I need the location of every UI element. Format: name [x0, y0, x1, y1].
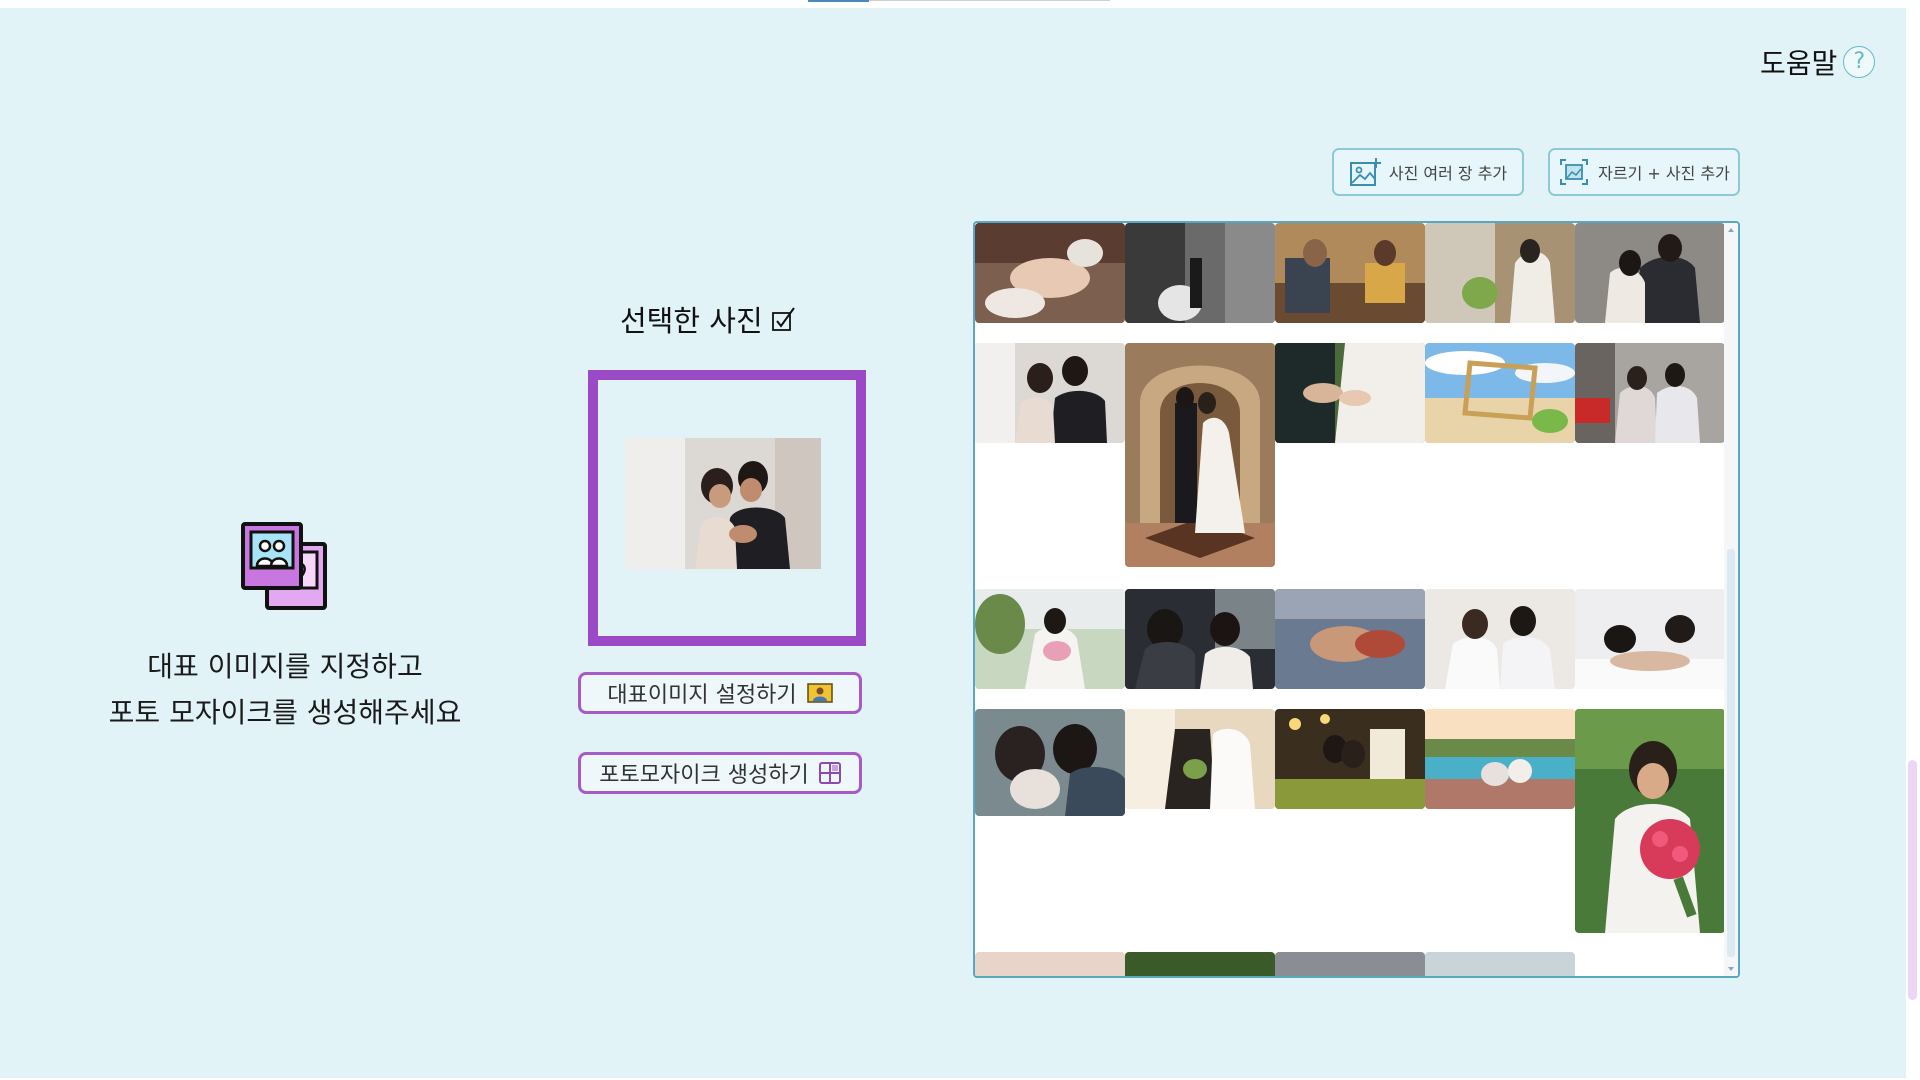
photo-partial-2 [1125, 952, 1275, 976]
selected-photo [625, 438, 821, 569]
top-bar [0, 0, 1920, 8]
photo-pool-sunset [1425, 709, 1575, 809]
page-scroll-thumb[interactable] [1908, 760, 1917, 1000]
help-link[interactable]: 도움말 ? [1760, 42, 1876, 82]
mosaic-grid-icon [818, 762, 841, 784]
photo-wedding-cake-lights [1275, 709, 1425, 809]
active-tab-indicator [808, 0, 869, 2]
gallery-scrollbar[interactable] [1724, 223, 1738, 976]
photo-hands-henna [1275, 589, 1425, 689]
gallery-photo[interactable] [1125, 589, 1275, 689]
add-image-icon [1349, 158, 1381, 186]
set-main-image-button[interactable]: 대표이미지 설정하기 [578, 672, 862, 714]
scroll-down-arrow-icon[interactable] [1726, 964, 1736, 974]
photo-bride-window [1425, 223, 1575, 323]
gallery-photo[interactable] [975, 343, 1125, 443]
crop-add-photo-button[interactable]: 자르기 + 사진 추가 [1548, 148, 1740, 196]
gallery-grid [975, 223, 1725, 976]
photo-gallery[interactable] [973, 221, 1740, 978]
photo-couple-street [1575, 343, 1725, 443]
gallery-photo[interactable] [1275, 709, 1425, 809]
checkbox-icon [771, 307, 795, 331]
photo-bw-couple-garden [1125, 223, 1275, 323]
gallery-photo[interactable] [975, 589, 1125, 689]
photo-couple-embrace-suit [1575, 223, 1725, 323]
photo-stack-icon [241, 522, 327, 610]
gallery-photo[interactable] [1425, 709, 1575, 809]
photo-couple-outdoor-bouquet [1125, 709, 1275, 809]
photo-partial-3 [1275, 952, 1425, 976]
gallery-photo[interactable] [1275, 343, 1425, 443]
photo-couple-dining [1125, 589, 1275, 689]
photo-couple-ring-show [975, 343, 1125, 443]
selected-photo-title: 선택한 사진 [620, 298, 830, 340]
gallery-photo[interactable] [1125, 223, 1275, 323]
photo-couple-white-tees [1425, 589, 1575, 689]
photo-bride-bouquet-garden [975, 589, 1125, 689]
tab-track [869, 0, 1110, 1]
photo-couple-kiss-hall [1125, 343, 1275, 567]
add-multiple-photos-button[interactable]: 사진 여러 장 추가 [1332, 148, 1524, 196]
gallery-photo[interactable] [1575, 589, 1725, 689]
photo-beach-frame [1425, 343, 1575, 443]
crop-add-photo-label: 자르기 + 사진 추가 [1598, 164, 1730, 183]
gallery-photo[interactable] [1275, 952, 1425, 976]
portrait-icon [806, 683, 833, 703]
gallery-photo[interactable] [1275, 589, 1425, 689]
photo-hands-rings-bouquet [975, 223, 1125, 323]
gallery-photo[interactable] [975, 223, 1125, 323]
create-mosaic-label: 포토모자이크 생성하기 [599, 763, 809, 788]
gallery-photo[interactable] [1425, 343, 1575, 443]
photo-couple-kiss-closeup [975, 709, 1125, 816]
main-area: 도움말 ? 대표 이미지를 지정하고 포토 모자이크를 생성해주세요 선택한 사… [0, 8, 1906, 1080]
gallery-photo[interactable] [1425, 952, 1575, 976]
intro-panel: 대표 이미지를 지정하고 포토 모자이크를 생성해주세요 [90, 516, 480, 736]
gallery-photo[interactable] [975, 952, 1125, 976]
gallery-photo[interactable] [1575, 223, 1725, 323]
photo-partial-1 [975, 952, 1125, 976]
gallery-photo[interactable] [1425, 223, 1575, 323]
photo-partial-4 [1425, 952, 1575, 976]
create-mosaic-button[interactable]: 포토모자이크 생성하기 [578, 752, 862, 794]
page-scrollbar[interactable] [1906, 8, 1920, 1080]
gallery-photo[interactable] [1575, 709, 1725, 933]
intro-line-1: 대표 이미지를 지정하고 [147, 650, 423, 683]
gallery-photo[interactable] [1125, 709, 1275, 809]
gallery-photo[interactable] [1125, 343, 1275, 567]
selected-title-label: 선택한 사진 [620, 304, 763, 338]
photo-couple-bed [1575, 589, 1725, 689]
scroll-up-arrow-icon[interactable] [1726, 225, 1736, 235]
photo-hands-holding [1275, 343, 1425, 443]
selected-photo-frame [588, 370, 866, 646]
intro-line-2: 포토 모자이크를 생성해주세요 [108, 696, 462, 729]
gallery-photo[interactable] [1425, 589, 1575, 689]
photo-bride-red-roses [1575, 709, 1725, 933]
help-label: 도움말 [1760, 47, 1838, 80]
crop-icon [1560, 159, 1589, 185]
gallery-photo[interactable] [1575, 343, 1725, 443]
set-main-image-label: 대표이미지 설정하기 [607, 683, 797, 708]
gallery-photo[interactable] [1125, 952, 1275, 976]
gallery-photo[interactable] [1275, 223, 1425, 323]
add-multiple-photos-label: 사진 여러 장 추가 [1388, 164, 1508, 183]
photo-couple-cafe [1275, 223, 1425, 323]
gallery-photo[interactable] [975, 709, 1125, 816]
gallery-scroll-thumb[interactable] [1727, 549, 1735, 957]
question-circle-icon[interactable]: ? [1843, 46, 1876, 78]
